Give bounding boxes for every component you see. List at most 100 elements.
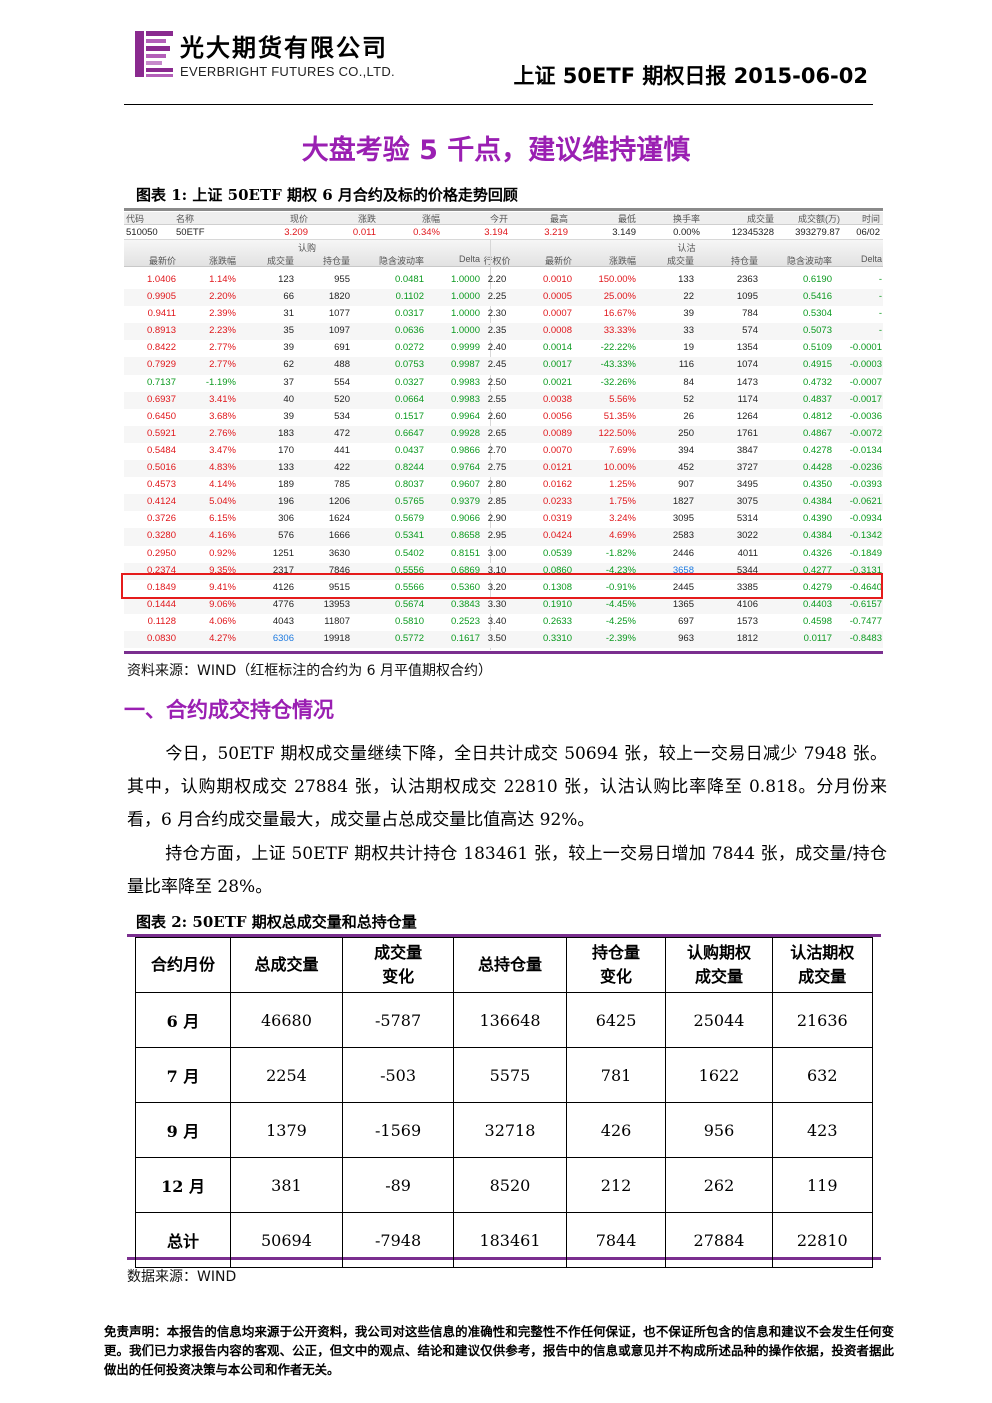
quote-cell: 4.06% — [209, 615, 236, 627]
quote-cell: - — [878, 291, 882, 303]
quote-cell: 1624 — [328, 513, 350, 525]
quote-cell: 0.9928 — [450, 427, 480, 439]
quote-column-header: 最新价 — [148, 256, 176, 266]
company-name-cn: 光大期货有限公司 — [180, 33, 388, 62]
quote-cell: 0.0038 — [542, 393, 572, 405]
quote-cell: 1.0000 — [450, 308, 480, 320]
quote-cell: 1097 — [328, 325, 350, 337]
quote-cell: 0.0233 — [542, 496, 572, 508]
quote-cell: 0.4598 — [802, 615, 832, 627]
quote-cell: 0.0424 — [542, 530, 572, 542]
quote-cell: -0.0393 — [849, 479, 882, 491]
quote-cell: 4011 — [737, 547, 758, 559]
quote-cell: 10.00% — [603, 462, 636, 474]
quote-cell: 955 — [334, 274, 350, 285]
quote-cell: 0.9379 — [450, 496, 480, 508]
quote-cell: -1.82% — [605, 547, 636, 559]
table2-header-cell: 合约月份 — [134, 937, 232, 993]
quote-cell: -0.0934 — [849, 513, 882, 525]
quote-cell: 0.4390 — [802, 513, 832, 525]
quote-cell: 4776 — [272, 598, 294, 610]
quote-cell: 0.0162 — [542, 479, 572, 491]
table2-month-cell: 7 月 — [134, 1047, 232, 1103]
quote-cell: 1573 — [736, 615, 758, 627]
underlying-header-cell: 今开 — [489, 214, 508, 224]
quote-cell: 0.0753 — [394, 359, 424, 371]
quote-row: 0.4573 4.14% 189 785 0.8037 0.9607 2.80 0.0162 1… — [124, 477, 883, 494]
quote-cell: -0.0017 — [849, 393, 882, 405]
underlying-header-cell: 现价 — [289, 214, 308, 224]
table2-header-line1: 合约月份 — [151, 955, 216, 974]
quote-cell: 697 — [678, 615, 694, 627]
quote-cell: 554 — [334, 376, 350, 388]
quote-row: 0.8913 2.23% 35 1097 0.0636 1.0000 2.35 0.0008 3… — [124, 323, 883, 341]
quote-cell: 0.8422 — [146, 342, 176, 354]
quote-column-header: 成交量 — [266, 256, 294, 266]
quote-cell: 2.77% — [209, 342, 236, 354]
quote-cell: 5.56% — [609, 393, 636, 405]
quote-cell: 0.3726 — [146, 513, 176, 525]
main-title: 大盘考验 5 千点，建议维持谨慎 — [301, 135, 691, 166]
quote-cell: -0.0072 — [849, 427, 882, 439]
quote-cell: 0.6450 — [146, 410, 176, 422]
quote-cell: 0.0117 — [803, 632, 832, 644]
table-row: 12 月 381 -89 8520 212 262 119 — [134, 1157, 874, 1213]
table2-header-line1: 成交量 — [374, 943, 423, 962]
figure2-source: 数据来源：WIND — [127, 1269, 237, 1285]
quote-cell: 2.77% — [209, 359, 236, 371]
quote-cell: 4.69% — [609, 530, 636, 542]
quote-cell: 1.75% — [609, 496, 636, 508]
quote-cell: 0.4915 — [802, 359, 832, 371]
quote-cell: 1077 — [328, 308, 350, 320]
quote-column-header: Delta — [458, 254, 480, 264]
quote-cell: 33.33% — [603, 325, 636, 337]
quote-column-header: 隐含波动率 — [378, 256, 424, 266]
quote-cell: 4.16% — [209, 530, 236, 542]
quote-cell: 1.25% — [609, 479, 636, 491]
quote-cell: -0.1849 — [849, 547, 882, 559]
quote-cell: 2.76% — [209, 427, 236, 439]
quote-cell: 0.7137 — [146, 376, 176, 388]
underlying-value-cell: 0.00% — [673, 227, 700, 238]
quote-cell: 0.5073 — [802, 325, 832, 337]
quote-cell: -2.39% — [605, 632, 636, 644]
quote-cell: 2446 — [672, 547, 694, 559]
quote-cell: 0.1517 — [394, 410, 424, 422]
quote-cell: 6.15% — [209, 513, 236, 525]
quote-cell: 39 — [683, 308, 694, 320]
table2-header-cell: 成交量 变化 — [341, 937, 455, 993]
section1-paragraph-1: 今日，50ETF 期权成交量继续下降，全日共计成交 50694 张，较上一交易日… — [127, 738, 887, 837]
quote-cell: 0.5016 — [146, 462, 176, 474]
call-label: 认购 — [297, 243, 316, 253]
underlying-value-cell: 3.194 — [484, 227, 508, 238]
table2-header-line2: 变化 — [382, 967, 415, 986]
quote-cell: 116 — [678, 359, 694, 371]
quote-cell: 0.9866 — [450, 444, 480, 456]
disclaimer: 免责声明：本报告的信息均来源于公开资料，我公司对这些信息的准确性和完整性不作任何… — [104, 1324, 894, 1377]
quote-cell: -1.19% — [205, 376, 236, 388]
underlying-value-cell: 393279.87 — [795, 227, 840, 238]
quote-cell: 0.8037 — [394, 479, 424, 491]
quote-cell: 0.0021 — [542, 376, 572, 388]
quote-cell: 1827 — [672, 496, 694, 508]
quote-cell: 37 — [283, 376, 294, 388]
underlying-header-cell: 涨幅 — [421, 214, 440, 224]
quote-cell: 422 — [334, 462, 350, 474]
quote-cell: 0.4326 — [802, 547, 832, 559]
table2-month-cell: 9 月 — [134, 1102, 232, 1158]
section1-heading: 一、合约成交持仓情况 — [124, 698, 334, 722]
quote-cell: 3022 — [736, 530, 758, 542]
quote-cell: 1666 — [328, 530, 350, 542]
quote-column-header: 成交量 — [666, 256, 694, 266]
table2-value-cell: -7948 — [341, 1212, 455, 1268]
underlying-header-cell: 换手率 — [672, 214, 700, 224]
quote-cell: 3727 — [736, 462, 758, 474]
quote-cell: 520 — [334, 393, 350, 405]
quote-top-bar — [124, 208, 883, 211]
quote-cell: 0.9983 — [450, 376, 480, 388]
quote-cell: 0.8913 — [146, 325, 176, 337]
underlying-value-cell: 50ETF — [176, 227, 205, 238]
quote-cell: 534 — [334, 410, 350, 422]
table2-value-cell: 46680 — [230, 992, 343, 1048]
quote-cell: 0.7929 — [146, 359, 176, 371]
